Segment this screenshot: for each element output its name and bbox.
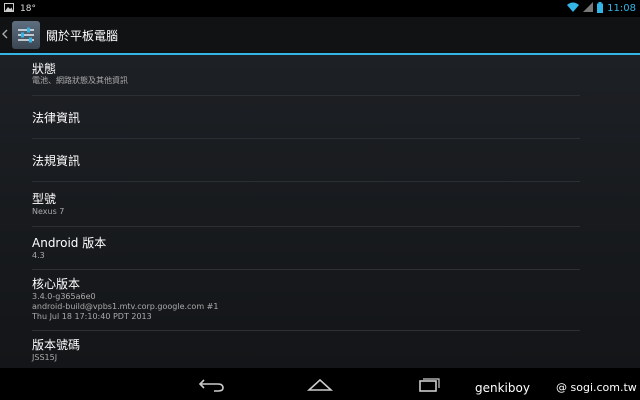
home-icon <box>306 378 334 391</box>
list-item-build-number: 版本號碼 JSS15J <box>32 331 580 368</box>
item-summary-line: Thu Jul 18 17:10:40 PDT 2013 <box>32 312 152 321</box>
temperature-readout: 18° <box>20 3 36 14</box>
back-button[interactable] <box>192 374 232 394</box>
item-title: 核心版本 <box>32 277 81 291</box>
item-title: 法規資訊 <box>32 154 81 168</box>
recent-apps-button[interactable] <box>408 374 448 394</box>
item-summary: JSS15J <box>32 353 58 362</box>
status-bar: 18° 11:08 <box>0 0 640 17</box>
list-item-kernel-version: 核心版本 3.4.0-g365a6e0 android-build@vpbs1.… <box>32 270 580 331</box>
home-button[interactable] <box>300 374 340 394</box>
watermark-author: genkiboy <box>475 381 530 395</box>
list-item-model: 型號 Nexus 7 <box>32 182 580 227</box>
item-summary: 4.3 <box>32 251 45 260</box>
item-title: 型號 <box>32 192 57 206</box>
recent-apps-icon <box>419 378 440 392</box>
battery-icon <box>597 1 604 16</box>
settings-app-icon[interactable] <box>12 21 40 49</box>
item-title: 法律資訊 <box>32 111 81 125</box>
gallery-icon <box>4 2 14 15</box>
wifi-icon <box>567 2 580 15</box>
action-bar: 關於平板電腦 <box>0 17 640 55</box>
item-summary: 電池、網路狀態及其他資訊 <box>32 76 128 85</box>
list-item-legal-info[interactable]: 法律資訊 <box>32 96 580 139</box>
item-title: 版本號碼 <box>32 338 81 352</box>
item-title: 狀態 <box>32 62 57 76</box>
up-caret-icon[interactable] <box>2 28 12 42</box>
list-item-status[interactable]: 狀態 電池、網路狀態及其他資訊 <box>32 55 580 96</box>
settings-list: 狀態 電池、網路狀態及其他資訊 法律資訊 法規資訊 型號 Nexus 7 And… <box>0 55 640 368</box>
page-title: 關於平板電腦 <box>46 28 119 43</box>
item-summary: Nexus 7 <box>32 207 65 216</box>
back-icon <box>198 379 224 392</box>
navigation-bar <box>0 368 640 400</box>
signal-icon <box>583 2 594 15</box>
list-item-regulatory-info[interactable]: 法規資訊 <box>32 139 580 182</box>
watermark-site: @ sogi.com.tw <box>556 381 637 394</box>
item-summary-line: 3.4.0-g365a6e0 <box>32 292 96 301</box>
clock: 11:08 <box>607 3 636 14</box>
list-item-android-version[interactable]: Android 版本 4.3 <box>32 227 580 270</box>
item-summary-line: android-build@vpbs1.mtv.corp.google.com … <box>32 302 219 311</box>
item-title: Android 版本 <box>32 236 107 250</box>
